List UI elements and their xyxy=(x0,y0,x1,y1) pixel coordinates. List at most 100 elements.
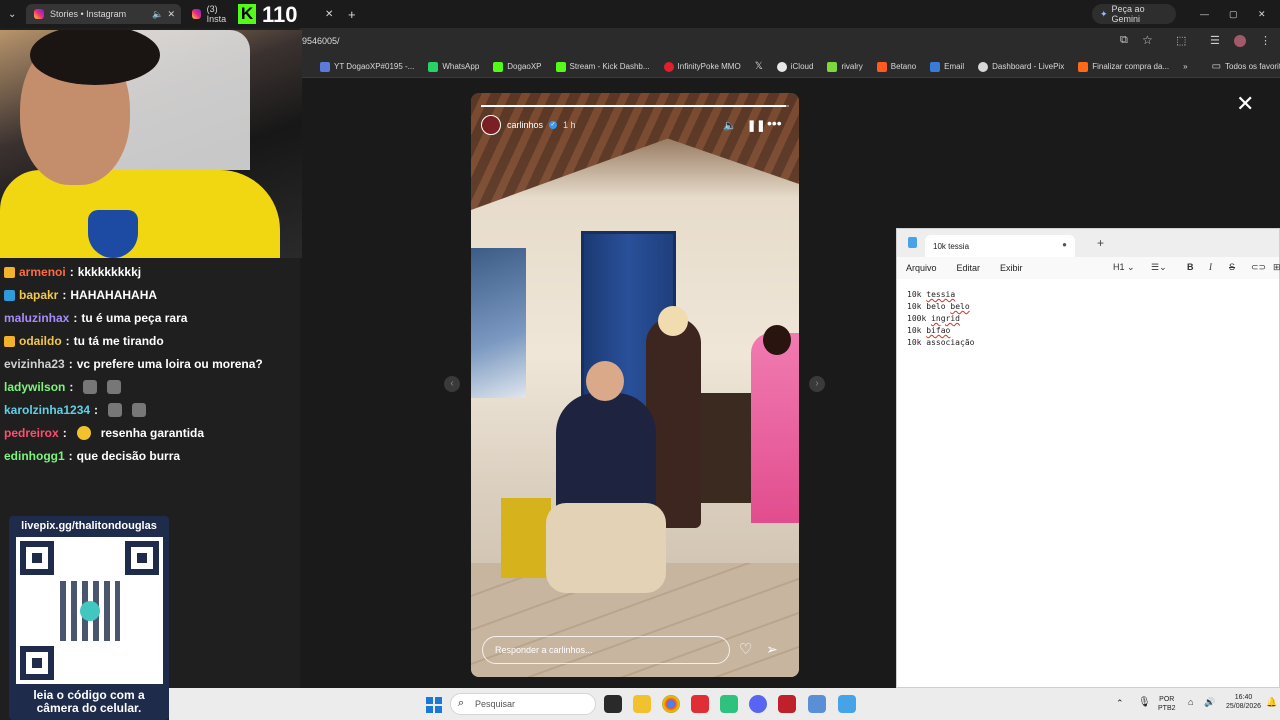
heart-icon[interactable]: ♡ xyxy=(739,640,752,658)
close-window-button[interactable]: ✕ xyxy=(1258,4,1266,24)
menu-exibir[interactable]: Exibir xyxy=(1000,263,1023,273)
discord-icon[interactable] xyxy=(749,695,767,713)
chat-message: bapakr: HAHAHAHAHA xyxy=(4,288,157,302)
bookmark-item[interactable]: Finalizar compra da... xyxy=(1078,61,1169,72)
bookmarks-bar: YT DogaoXP#0195 -... WhatsApp DogaoXP St… xyxy=(300,56,1280,78)
more-options-icon[interactable]: ••• xyxy=(767,115,782,131)
url-text[interactable]: 9546005/ xyxy=(302,36,340,46)
strikethrough-icon[interactable]: S xyxy=(1229,262,1235,272)
extensions-icon[interactable]: ⬚ xyxy=(1176,34,1186,47)
tab-stories-instagram[interactable]: Stories • Instagram 🔈 ✕ xyxy=(26,4,181,24)
bookmark-label: Stream - Kick Dashb... xyxy=(569,62,650,71)
pause-icon[interactable]: ❚❚ xyxy=(747,119,765,132)
link-icon[interactable]: ⊂⊃ xyxy=(1251,262,1266,273)
clock[interactable]: 16:40 25/08/2026 xyxy=(1226,693,1261,711)
tray-app-icon[interactable]: 🎙 xyxy=(1138,698,1151,708)
story-card[interactable]: carlinhos ✓ 1 h 🔈 ❚❚ ••• Responder a car… xyxy=(471,93,799,677)
chat-username: pedreirox xyxy=(4,426,59,440)
italic-icon[interactable]: I xyxy=(1209,262,1212,272)
chat-separator: : xyxy=(73,311,78,325)
menu-editar[interactable]: Editar xyxy=(957,263,981,273)
bookmark-item[interactable]: rivalry xyxy=(827,61,863,72)
volume-icon[interactable]: 🔊 xyxy=(1204,698,1215,707)
calculator-icon[interactable] xyxy=(808,695,826,713)
story-progress-fill xyxy=(481,105,786,107)
language-label: POR xyxy=(1159,696,1175,703)
all-favorites-folder[interactable]: ▭Todos os favoritos xyxy=(1212,61,1280,72)
reading-list-icon[interactable]: ☰ xyxy=(1210,34,1220,47)
app-icon[interactable] xyxy=(778,695,796,713)
bookmarks-overflow-icon[interactable]: » xyxy=(1183,62,1187,71)
bookmark-item[interactable]: iCloud xyxy=(776,61,813,72)
task-view-icon[interactable] xyxy=(604,695,622,713)
mute-tab-icon[interactable]: 🔈 xyxy=(152,9,163,20)
webcam-overlay xyxy=(0,30,302,258)
notepad-taskbar-icon[interactable] xyxy=(838,695,856,713)
tab-instagram-2[interactable]: (3) Insta xyxy=(190,4,235,24)
app-icon[interactable] xyxy=(691,695,709,713)
list-icon[interactable]: ☰⌄ xyxy=(1151,262,1167,273)
file-explorer-icon[interactable] xyxy=(633,695,651,713)
app-icon[interactable] xyxy=(720,695,738,713)
bookmark-label: rivalry xyxy=(841,62,863,71)
x-icon: 𝕏 xyxy=(754,61,763,72)
notepad-text-area[interactable]: 10k tessia 10k belo belo 100k ingrid 10k bi… xyxy=(897,279,1279,359)
install-icon[interactable]: ⧉ xyxy=(1120,34,1128,47)
bookmark-item[interactable]: Betano xyxy=(876,61,916,72)
table-icon[interactable]: ⊞ xyxy=(1273,262,1280,273)
bookmark-item[interactable]: DogaoXP xyxy=(493,61,542,72)
new-tab-button[interactable]: + xyxy=(348,4,356,24)
next-story-icon[interactable]: › xyxy=(809,376,825,392)
close-story-icon[interactable]: ✕ xyxy=(1236,93,1254,115)
new-tab-button[interactable]: + xyxy=(1097,236,1104,250)
avatar[interactable] xyxy=(481,115,501,135)
language-indicator[interactable]: POR PTB2 xyxy=(1158,695,1176,713)
previous-story-icon[interactable]: ‹ xyxy=(444,376,460,392)
line-amount: 10k xyxy=(907,326,922,335)
close-tab-icon[interactable]: ✕ xyxy=(167,9,175,20)
bookmark-label: InfinityPoke MMO xyxy=(677,62,741,71)
bookmark-item[interactable]: InfinityPoke MMO xyxy=(663,61,741,72)
chrome-icon[interactable] xyxy=(662,695,680,713)
bookmark-item[interactable]: Stream - Kick Dashb... xyxy=(555,61,650,72)
close-tab-icon[interactable]: ✕ xyxy=(325,4,333,24)
chat-message: karolzinha1234: xyxy=(4,403,147,417)
bookmark-item[interactable]: Dashboard - LivePix xyxy=(978,61,1064,72)
bookmark-item[interactable]: 𝕏 xyxy=(755,61,763,72)
tab-label: (3) Insta xyxy=(206,4,227,24)
bookmark-item[interactable]: YT DogaoXP#0195 -... xyxy=(320,61,414,72)
profile-avatar[interactable] xyxy=(1234,35,1246,47)
qr-code xyxy=(16,537,163,684)
taskbar-search-input[interactable]: Pesquisar xyxy=(450,693,596,715)
bookmark-item[interactable]: WhatsApp xyxy=(428,61,479,72)
maximize-button[interactable]: ▢ xyxy=(1229,4,1238,24)
minimize-button[interactable]: — xyxy=(1200,4,1209,24)
send-icon[interactable]: ➢ xyxy=(766,641,778,658)
notifications-icon[interactable]: 🔔 xyxy=(1266,698,1277,707)
windows-start-icon[interactable] xyxy=(426,697,442,713)
menu-arquivo[interactable]: Arquivo xyxy=(906,263,937,273)
tab-list-button[interactable]: ⌄ xyxy=(8,4,16,24)
menu-icon[interactable]: ⋮ xyxy=(1260,34,1271,47)
notepad-tab[interactable]: 10k tessia ● xyxy=(925,235,1075,257)
story-photo-person xyxy=(546,361,666,593)
story-username[interactable]: carlinhos xyxy=(507,120,543,130)
gemini-icon: ✦ xyxy=(1100,8,1108,19)
bold-icon[interactable]: B xyxy=(1187,262,1194,272)
bookmark-item[interactable]: Email xyxy=(930,61,964,72)
reply-input[interactable]: Responder a carlinhos... xyxy=(482,636,730,664)
bookmark-star-icon[interactable]: ☆ xyxy=(1142,33,1153,47)
volume-icon[interactable]: 🔈 xyxy=(723,119,737,132)
chat-separator: : xyxy=(68,357,73,371)
gemini-button[interactable]: ✦ Peça ao Gemini xyxy=(1092,4,1176,24)
chat-username: edinhogg1 xyxy=(4,449,65,463)
chat-text: HAHAHAHAHA xyxy=(70,288,158,302)
story-progress-bar xyxy=(481,105,789,107)
heading-dropdown[interactable]: H1 ⌄ xyxy=(1113,262,1135,273)
tray-overflow-icon[interactable]: ⌃ xyxy=(1116,699,1124,708)
story-viewer-backdrop-right[interactable] xyxy=(896,78,1280,228)
network-icon[interactable]: ⌂ xyxy=(1188,698,1193,707)
close-tab-icon[interactable]: ● xyxy=(1062,240,1067,249)
folder-icon: ▭ xyxy=(1211,61,1222,72)
chat-text: que decisão burra xyxy=(76,449,181,463)
